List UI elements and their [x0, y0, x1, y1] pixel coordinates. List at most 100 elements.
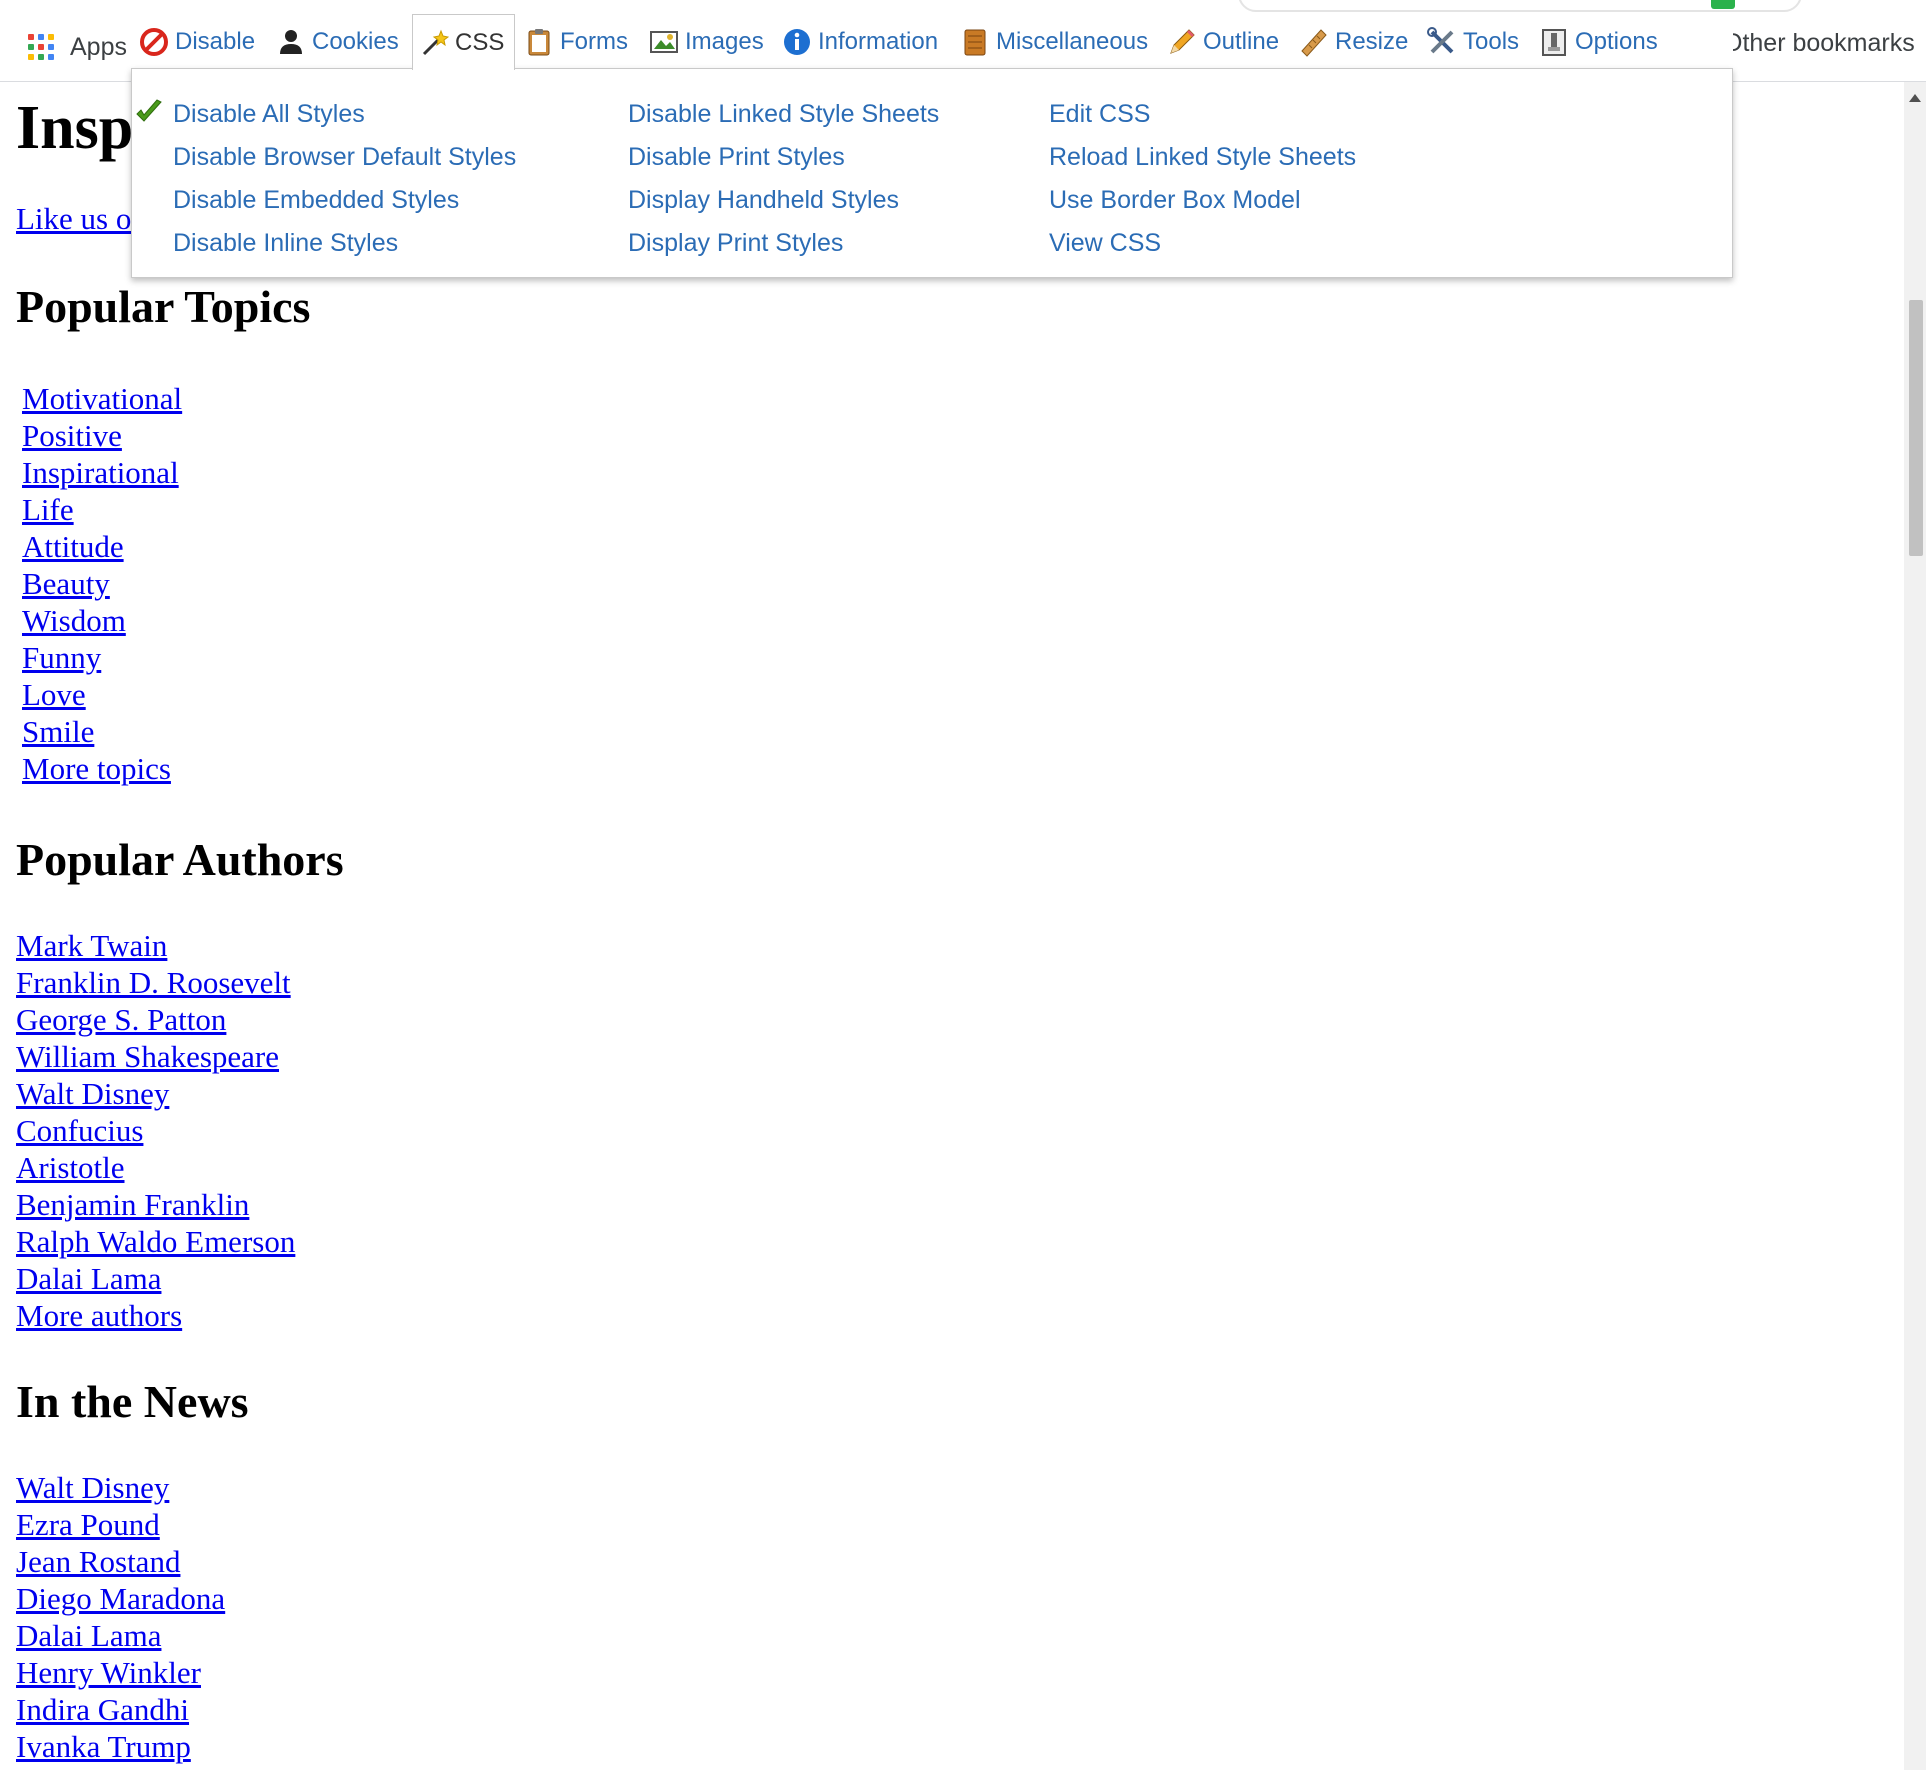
author-link[interactable]: Aristotle — [16, 1150, 125, 1185]
tab-label: Options — [1575, 27, 1658, 55]
list-item: Ralph Waldo Emerson — [16, 1223, 295, 1260]
tab-miscellaneous[interactable]: Miscellaneous — [960, 14, 1148, 69]
other-bookmarks-button[interactable]: Other bookmarks — [1723, 29, 1915, 58]
tab-label: Forms — [560, 27, 628, 55]
topic-link[interactable]: Beauty — [22, 566, 110, 601]
list-item: Benjamin Franklin — [16, 1186, 295, 1223]
list-item: Beauty — [22, 565, 182, 602]
menu-item-disable-linked-style-sheets[interactable]: Disable Linked Style Sheets — [628, 93, 939, 136]
menu-item-disable-all-styles[interactable]: Disable All Styles — [136, 93, 516, 136]
cookies-icon — [280, 29, 302, 54]
tab-label: Information — [818, 27, 939, 55]
menu-item-reload-linked-style-sheets[interactable]: Reload Linked Style Sheets — [1049, 136, 1356, 179]
topic-link[interactable]: Inspirational — [22, 455, 179, 490]
menu-item-edit-css[interactable]: Edit CSS — [1049, 93, 1356, 136]
topic-link[interactable]: Positive — [22, 418, 122, 453]
tab-tools[interactable]: Tools — [1427, 14, 1519, 69]
list-item: Jean Rostand — [16, 1543, 225, 1580]
tab-outline[interactable]: Outline — [1167, 14, 1279, 69]
menu-item-label: Disable All Styles — [173, 100, 365, 128]
forms-clipboard-icon — [528, 28, 550, 55]
author-link[interactable]: Walt Disney — [16, 1076, 169, 1111]
author-link[interactable]: Confucius — [16, 1113, 143, 1148]
list-item: More topics — [22, 750, 182, 787]
scrollbar-thumb[interactable] — [1909, 300, 1923, 556]
menu-item-use-border-box-model[interactable]: Use Border Box Model — [1049, 179, 1356, 222]
author-link[interactable]: Mark Twain — [16, 928, 167, 963]
author-link[interactable]: Benjamin Franklin — [16, 1187, 249, 1222]
list-item: Ivanka Trump — [16, 1728, 225, 1765]
checkmark-icon — [136, 99, 162, 122]
topic-link[interactable]: Life — [22, 492, 74, 527]
news-link[interactable]: Ivanka Trump — [16, 1729, 191, 1764]
news-link[interactable]: Jean Rostand — [16, 1544, 180, 1579]
news-link[interactable]: Henry Winkler — [16, 1655, 201, 1690]
tab-css[interactable]: CSS — [412, 14, 516, 70]
tab-label: Tools — [1463, 27, 1520, 55]
topic-link[interactable]: Love — [22, 677, 86, 712]
images-icon — [650, 30, 678, 53]
topic-link[interactable]: Smile — [22, 714, 94, 749]
author-link[interactable]: Dalai Lama — [16, 1261, 161, 1296]
list-item: Indira Gandhi — [16, 1691, 225, 1728]
apps-button[interactable]: Apps — [28, 29, 127, 65]
tab-information[interactable]: Information — [782, 14, 938, 69]
topic-link[interactable]: Funny — [22, 640, 101, 675]
tab-forms[interactable]: Forms — [524, 14, 628, 69]
scroll-up-arrow-icon[interactable] — [1909, 94, 1921, 102]
web-developer-toolbar: Disable Cookies CSS Forms Images Informa… — [131, 14, 1733, 70]
tab-resize[interactable]: Resize — [1299, 14, 1408, 69]
vertical-scrollbar[interactable] — [1904, 82, 1926, 1770]
news-link[interactable]: Indira Gandhi — [16, 1692, 189, 1727]
extension-badge-icon[interactable] — [1711, 0, 1735, 9]
news-link[interactable]: Walt Disney — [16, 1470, 169, 1505]
topic-link[interactable]: Motivational — [22, 381, 182, 416]
list-item: George S. Patton — [16, 1001, 295, 1038]
like-us-link[interactable]: Like us o — [16, 200, 131, 237]
popular-topics-list: Motivational Positive Inspirational Life… — [22, 380, 182, 787]
resize-ruler-icon — [1301, 28, 1327, 57]
disable-icon — [140, 27, 168, 56]
tab-options[interactable]: Options — [1539, 14, 1658, 69]
menu-item-display-print-styles[interactable]: Display Print Styles — [628, 222, 939, 265]
list-item: Funny — [22, 639, 182, 676]
menu-item-disable-browser-default-styles[interactable]: Disable Browser Default Styles — [173, 136, 516, 179]
tab-label: Images — [685, 27, 764, 55]
news-link[interactable]: Dalai Lama — [16, 1618, 161, 1653]
menu-item-disable-inline-styles[interactable]: Disable Inline Styles — [173, 222, 516, 265]
css-menu-panel: Disable All Styles Disable Browser Defau… — [131, 68, 1733, 278]
tab-label: Miscellaneous — [996, 27, 1149, 55]
list-item: Aristotle — [16, 1149, 295, 1186]
author-link[interactable]: George S. Patton — [16, 1002, 226, 1037]
author-link[interactable]: Ralph Waldo Emerson — [16, 1224, 295, 1259]
list-item: Wisdom — [22, 602, 182, 639]
tab-images[interactable]: Images — [649, 14, 764, 69]
page-title: Insp — [16, 94, 134, 162]
more-authors-link[interactable]: More authors — [16, 1298, 182, 1333]
tools-icon — [1427, 26, 1454, 53]
menu-item-display-handheld-styles[interactable]: Display Handheld Styles — [628, 179, 939, 222]
menu-item-disable-print-styles[interactable]: Disable Print Styles — [628, 136, 939, 179]
tab-cookies[interactable]: Cookies — [276, 14, 399, 69]
tab-label: Disable — [175, 27, 256, 55]
menu-item-view-css[interactable]: View CSS — [1049, 222, 1356, 265]
news-link[interactable]: Diego Maradona — [16, 1581, 225, 1616]
menu-column: Edit CSS Reload Linked Style Sheets Use … — [1049, 93, 1356, 265]
list-item: Confucius — [16, 1112, 295, 1149]
tab-disable[interactable]: Disable — [139, 14, 255, 69]
menu-item-disable-embedded-styles[interactable]: Disable Embedded Styles — [173, 179, 516, 222]
list-item: William Shakespeare — [16, 1038, 295, 1075]
apps-label: Apps — [70, 32, 127, 61]
section-heading-in-the-news: In the News — [16, 1376, 249, 1427]
list-item: Positive — [22, 417, 182, 454]
apps-grid-icon — [28, 34, 54, 60]
topic-link[interactable]: Attitude — [22, 529, 124, 564]
list-item: Life — [22, 491, 182, 528]
author-link[interactable]: Franklin D. Roosevelt — [16, 965, 291, 1000]
tab-label: Resize — [1335, 27, 1409, 55]
list-item: Diego Maradona — [16, 1580, 225, 1617]
topic-link[interactable]: Wisdom — [22, 603, 126, 638]
author-link[interactable]: William Shakespeare — [16, 1039, 279, 1074]
news-link[interactable]: Ezra Pound — [16, 1507, 160, 1542]
more-topics-link[interactable]: More topics — [22, 751, 171, 786]
